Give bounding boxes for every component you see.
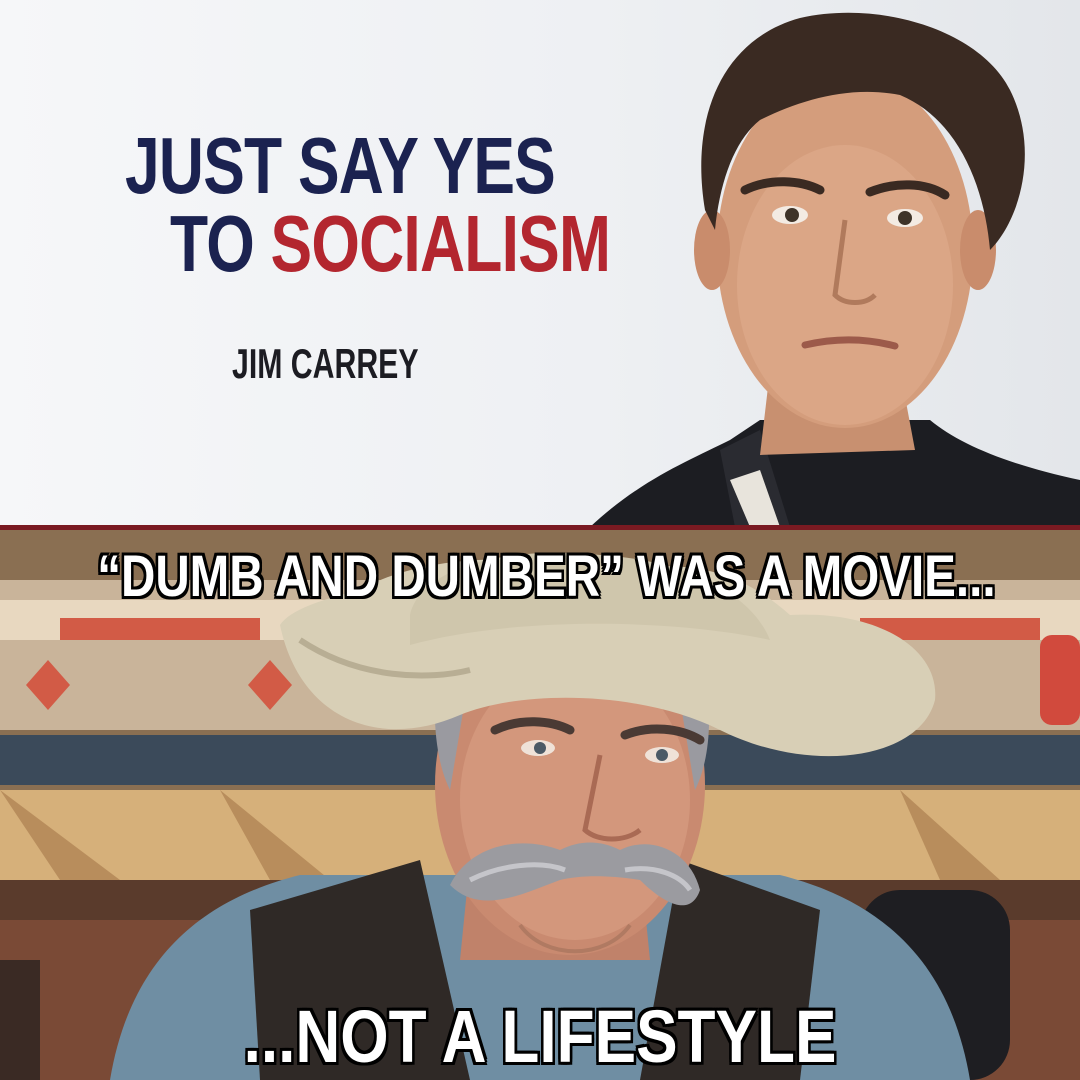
- headline-emphasis-word: SOCIALISM: [270, 199, 611, 288]
- meme-caption-bottom: ...NOT A LIFESTYLE: [243, 995, 837, 1078]
- headline-line-2-prefix: TO: [170, 199, 271, 288]
- top-panel: JUST SAY YES TO SOCIALISM JIM CARREY: [0, 0, 1080, 527]
- headline-line-2: TO SOCIALISM: [170, 198, 611, 290]
- meme-caption-top: “DUMB AND DUMBER” WAS A MOVIE...: [97, 544, 996, 609]
- panel-divider: [0, 525, 1080, 530]
- headline-line-1-text: JUST SAY YES: [125, 121, 556, 210]
- quote-attribution: JIM CARREY: [232, 340, 419, 387]
